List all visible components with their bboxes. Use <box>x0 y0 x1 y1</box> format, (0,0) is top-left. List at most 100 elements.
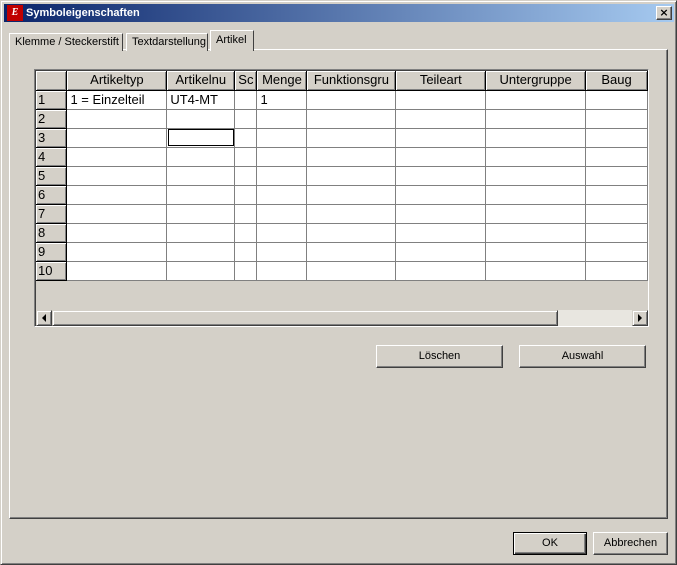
cell-menge[interactable] <box>256 166 308 186</box>
cell-artikelnummer[interactable] <box>166 261 236 281</box>
cell-sc[interactable] <box>234 147 258 167</box>
cell-untergruppe[interactable] <box>485 166 587 186</box>
cell-menge[interactable] <box>256 128 308 148</box>
cell-funktionsgruppe[interactable] <box>306 261 397 281</box>
cell-sc[interactable] <box>234 128 258 148</box>
cell-funktionsgruppe[interactable] <box>306 166 397 186</box>
cell-teileart[interactable] <box>395 109 487 129</box>
column-header-artikelnummer[interactable]: Artikelnu <box>166 71 236 91</box>
row-header[interactable]: 4 <box>36 147 68 167</box>
cell-baugruppe[interactable] <box>585 90 648 110</box>
cell-artikeltyp[interactable] <box>66 166 168 186</box>
cell-artikelnummer[interactable] <box>166 147 236 167</box>
cell-teileart[interactable] <box>395 185 487 205</box>
cell-teileart[interactable] <box>395 223 487 243</box>
scrollbar-thumb[interactable] <box>52 310 558 326</box>
cell-artikeltyp[interactable] <box>66 261 168 281</box>
cell-menge[interactable] <box>256 185 308 205</box>
delete-button[interactable]: Löschen <box>376 345 503 368</box>
cell-menge[interactable] <box>256 261 308 281</box>
cell-artikelnummer[interactable] <box>166 109 236 129</box>
column-header-untergruppe[interactable]: Untergruppe <box>485 71 587 91</box>
row-header[interactable]: 5 <box>36 166 68 186</box>
cancel-button[interactable]: Abbrechen <box>593 532 668 555</box>
table-row[interactable]: 10 <box>36 261 648 281</box>
cell-baugruppe[interactable] <box>585 147 648 167</box>
cell-menge[interactable] <box>256 223 308 243</box>
cell-artikeltyp[interactable] <box>66 185 168 205</box>
arrow-left-icon[interactable] <box>36 310 52 326</box>
grid-corner[interactable] <box>36 71 68 91</box>
close-icon[interactable]: × <box>656 6 672 20</box>
cell-untergruppe[interactable] <box>485 109 587 129</box>
row-header[interactable]: 1 <box>36 90 68 110</box>
cell-artikeltyp[interactable] <box>66 223 168 243</box>
table-row[interactable]: 2 <box>36 109 648 129</box>
table-row[interactable]: 6 <box>36 185 648 205</box>
cell-untergruppe[interactable] <box>485 147 587 167</box>
cell-funktionsgruppe[interactable] <box>306 90 397 110</box>
cell-baugruppe[interactable] <box>585 261 648 281</box>
ok-button[interactable]: OK <box>513 532 587 555</box>
tab-klemme-steckerstift[interactable]: Klemme / Steckerstift <box>9 33 123 51</box>
cell-teileart[interactable] <box>395 242 487 262</box>
tab-textdarstellung[interactable]: Textdarstellung <box>126 33 208 51</box>
cell-artikelnummer[interactable] <box>166 185 236 205</box>
cell-untergruppe[interactable] <box>485 128 587 148</box>
cell-artikeltyp[interactable] <box>66 128 168 148</box>
cell-sc[interactable] <box>234 242 258 262</box>
cell-baugruppe[interactable] <box>585 166 648 186</box>
cell-baugruppe[interactable] <box>585 109 648 129</box>
cell-teileart[interactable] <box>395 128 487 148</box>
cell-artikelnummer[interactable] <box>166 128 236 148</box>
cell-menge[interactable] <box>256 109 308 129</box>
cell-untergruppe[interactable] <box>485 90 587 110</box>
cell-artikelnummer[interactable] <box>166 204 236 224</box>
horizontal-scrollbar[interactable] <box>36 310 648 326</box>
cell-baugruppe[interactable] <box>585 242 648 262</box>
cell-sc[interactable] <box>234 223 258 243</box>
select-button[interactable]: Auswahl <box>519 345 646 368</box>
cell-funktionsgruppe[interactable] <box>306 242 397 262</box>
cell-artikelnummer[interactable] <box>166 223 236 243</box>
row-header[interactable]: 8 <box>36 223 68 243</box>
cell-artikeltyp[interactable] <box>66 147 168 167</box>
cell-funktionsgruppe[interactable] <box>306 223 397 243</box>
cell-artikeltyp[interactable]: 1 = Einzelteil <box>66 90 168 110</box>
cell-funktionsgruppe[interactable] <box>306 109 397 129</box>
cell-teileart[interactable] <box>395 90 487 110</box>
table-row[interactable]: 4 <box>36 147 648 167</box>
cell-sc[interactable] <box>234 109 258 129</box>
cell-funktionsgruppe[interactable] <box>306 204 397 224</box>
cell-artikeltyp[interactable] <box>66 109 168 129</box>
table-row[interactable]: 8 <box>36 223 648 243</box>
row-header[interactable]: 10 <box>36 261 68 281</box>
cell-artikelnummer[interactable]: UT4-MT <box>166 90 236 110</box>
cell-sc[interactable] <box>234 166 258 186</box>
row-header[interactable]: 9 <box>36 242 68 262</box>
cell-baugruppe[interactable] <box>585 204 648 224</box>
title-bar[interactable]: E Symboleigenschaften × <box>4 4 674 22</box>
column-header-menge[interactable]: Menge <box>256 71 308 91</box>
cell-sc[interactable] <box>234 185 258 205</box>
cell-menge[interactable] <box>256 147 308 167</box>
column-header-teileart[interactable]: Teileart <box>395 71 487 91</box>
article-grid[interactable]: Artikeltyp Artikelnu Sc Menge Funktionsg… <box>34 69 649 327</box>
row-header[interactable]: 6 <box>36 185 68 205</box>
table-row[interactable]: 3 <box>36 128 648 148</box>
cell-menge[interactable]: 1 <box>256 90 308 110</box>
cell-teileart[interactable] <box>395 166 487 186</box>
column-header-baugruppe[interactable]: Baug <box>585 71 648 91</box>
cell-untergruppe[interactable] <box>485 185 587 205</box>
cell-teileart[interactable] <box>395 261 487 281</box>
cell-untergruppe[interactable] <box>485 223 587 243</box>
table-row[interactable]: 5 <box>36 166 648 186</box>
cell-menge[interactable] <box>256 204 308 224</box>
cell-artikelnummer[interactable] <box>166 166 236 186</box>
cell-untergruppe[interactable] <box>485 204 587 224</box>
arrow-right-icon[interactable] <box>632 310 648 326</box>
row-header[interactable]: 7 <box>36 204 68 224</box>
cell-teileart[interactable] <box>395 147 487 167</box>
row-header[interactable]: 2 <box>36 109 68 129</box>
cell-sc[interactable] <box>234 204 258 224</box>
